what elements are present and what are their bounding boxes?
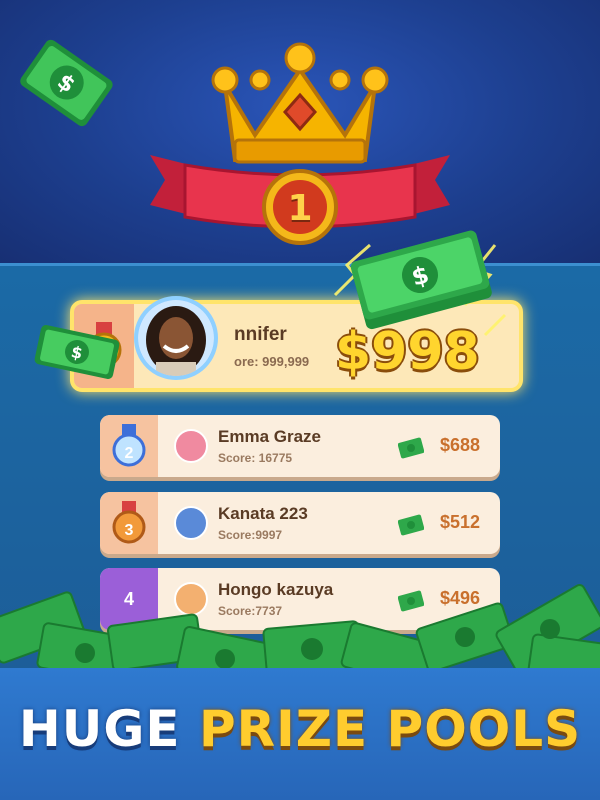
first-place-avatar[interactable] [134,296,218,380]
leaderboard-row[interactable]: 2 Emma Graze Score: 16775 $688 [100,415,500,477]
first-place-name: nnifer [234,324,287,345]
player-prize: $688 [439,435,480,455]
avatar [174,429,208,463]
player-score: Score:9997 [218,528,283,542]
rank-cell: 2 [100,415,158,477]
promo-banner: HUGE PRIZE POOLS [0,700,600,758]
first-place-score: ore: 999,999 [234,354,310,369]
player-score: Score: 16775 [218,451,293,465]
player-name: Kanata 223 [218,504,308,523]
first-place-prize: $998 [335,322,480,382]
banner-word-huge: HUGE [18,700,181,758]
avatar [174,506,208,540]
cash-icon [398,437,424,459]
flying-cash-small-icon: $ [34,325,120,379]
flying-cash-icon: $ [20,39,113,127]
player-name: Emma Graze [218,427,321,446]
cash-icon [398,514,424,536]
player-prize: $512 [439,512,480,532]
banner-word-prize-pools: PRIZE POOLS [198,700,582,758]
leaderboard-row[interactable]: 3 Kanata 223 Score:9997 $512 [100,492,500,554]
player-portrait-icon [138,300,214,376]
rank-number: 3 [124,522,134,539]
rank-number: 2 [124,445,134,462]
first-place-rank-number: 1 [287,188,313,229]
rank-cell: 3 [100,492,158,554]
